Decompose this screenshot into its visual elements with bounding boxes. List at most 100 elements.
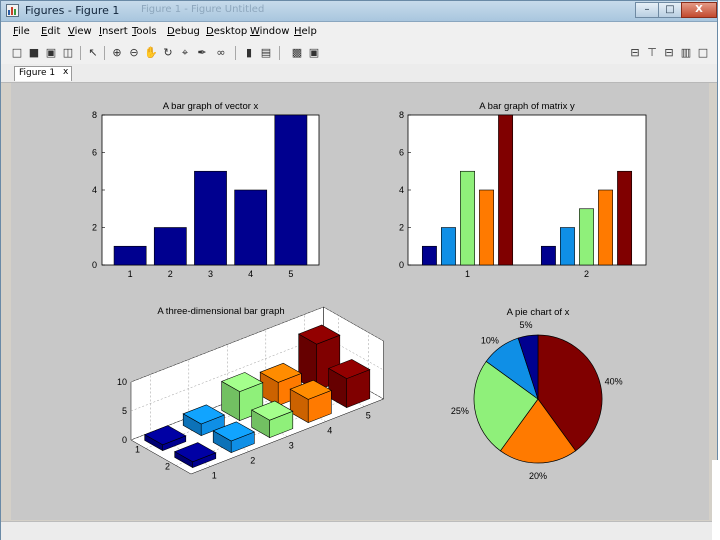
plot1-bar bbox=[113, 245, 147, 266]
link-icon[interactable]: ∞ bbox=[213, 45, 229, 61]
plot2-ytick-label: 6 bbox=[399, 148, 404, 158]
plot3-xtick-label: 5 bbox=[366, 411, 371, 421]
plot1-title: A bar graph of vector x bbox=[163, 101, 259, 112]
legend-icon[interactable]: ▤ bbox=[258, 45, 274, 61]
plot1-xtick-label: 5 bbox=[288, 269, 293, 279]
plot2-title: A bar graph of matrix y bbox=[479, 101, 575, 112]
plot2-ytick-label: 4 bbox=[399, 185, 404, 195]
plot1-xtick-label: 2 bbox=[168, 269, 173, 279]
plot3-title: A three-dimensional bar graph bbox=[157, 306, 284, 317]
menu-view[interactable]: View bbox=[68, 26, 92, 37]
plot2-bar bbox=[441, 227, 456, 266]
document-tab-strip: Figure 1 x bbox=[1, 64, 717, 83]
plot1-ytick-label: 2 bbox=[92, 223, 97, 233]
minimize-button[interactable]: – bbox=[635, 2, 659, 18]
menu-debug[interactable]: Debug bbox=[167, 26, 200, 37]
plot2-bar bbox=[617, 170, 633, 266]
plot4-title: A pie chart of x bbox=[507, 307, 570, 318]
plot4-slice-label: 20% bbox=[529, 471, 547, 481]
plot3-xtick-label: 1 bbox=[212, 471, 217, 481]
menu-window[interactable]: Window bbox=[250, 26, 289, 37]
menu-edit[interactable]: Edit bbox=[41, 26, 60, 37]
plot2-xtick-label: 2 bbox=[584, 269, 589, 279]
toolbar-separator bbox=[80, 46, 81, 60]
toolbar-separator bbox=[104, 46, 105, 60]
status-bar bbox=[1, 521, 717, 540]
tab-label: Figure 1 bbox=[19, 68, 56, 78]
print-icon[interactable]: ◫ bbox=[60, 45, 76, 61]
menu-file[interactable]: File bbox=[13, 26, 30, 37]
plot2-bar bbox=[560, 227, 575, 266]
figure-toolbar: □ ■ ▣ ◫ ↖ ⊕ ⊖ ✋ ↻ ⌖ ✒ ∞ ▮ ▤ ▩ ▣ ⊟ ⊤ ⊟ ▥ … bbox=[1, 42, 717, 65]
title-bar[interactable]: Figures - Figure 1 Figure 1 - Figure Unt… bbox=[1, 1, 717, 22]
plot3-xtick-label: 3 bbox=[289, 441, 294, 451]
show-plot-tools-icon[interactable]: ▣ bbox=[306, 45, 322, 61]
plot1-xtick-label: 3 bbox=[208, 269, 213, 279]
dock-icon[interactable]: ▥ bbox=[678, 45, 694, 61]
window-title: Figures - Figure 1 bbox=[25, 4, 120, 17]
figure-window: Figures - Figure 1 Figure 1 - Figure Unt… bbox=[0, 0, 718, 540]
figure-canvas[interactable]: 1 2 3 4 5 0 2 4 6 8 A bar graph of vector x 1 2 0 2 4 6 8… bbox=[11, 83, 709, 520]
plot2-ytick-label: 2 bbox=[399, 223, 404, 233]
split-icon[interactable]: ⊤ bbox=[644, 45, 660, 61]
plot3-ztick-label: 0 bbox=[122, 435, 127, 445]
float-icon[interactable]: ⊟ bbox=[661, 45, 677, 61]
zoom-in-icon[interactable]: ⊕ bbox=[109, 45, 125, 61]
plot1-bar bbox=[153, 227, 187, 266]
plot3-ztick-label: 10 bbox=[117, 377, 127, 387]
menu-insert[interactable]: Insert bbox=[99, 26, 128, 37]
open-folder-icon[interactable]: ■ bbox=[26, 45, 42, 61]
save-icon[interactable]: ▣ bbox=[43, 45, 59, 61]
menu-bar: File Edit View Insert Tools Debug Deskto… bbox=[1, 22, 717, 42]
rotate-icon[interactable]: ↻ bbox=[160, 45, 176, 61]
new-file-icon[interactable]: □ bbox=[9, 45, 25, 61]
zoom-out-icon[interactable]: ⊖ bbox=[126, 45, 142, 61]
close-button[interactable]: X bbox=[681, 2, 717, 18]
figure-svg: 1 2 3 4 5 0 2 4 6 8 A bar graph of vector x 1 2 0 2 4 6 8… bbox=[92, 101, 647, 481]
plot3-xtick-label: 4 bbox=[327, 426, 332, 436]
plot1-ytick-label: 0 bbox=[92, 260, 97, 270]
plot1-bar bbox=[274, 114, 308, 266]
plot2-bar bbox=[479, 189, 494, 266]
tab-figure-1[interactable]: Figure 1 x bbox=[14, 66, 72, 81]
plot3-ytick-label: 1 bbox=[135, 445, 140, 455]
colorbar-icon[interactable]: ▮ bbox=[241, 45, 257, 61]
menu-help[interactable]: Help bbox=[294, 26, 317, 37]
plot2-bar bbox=[579, 208, 594, 266]
toolbar-separator bbox=[235, 46, 236, 60]
plot2-bar bbox=[498, 114, 514, 266]
plot4-slice-label: 40% bbox=[605, 376, 623, 386]
plot2-ytick-label: 8 bbox=[399, 110, 404, 120]
plot1-bar bbox=[194, 170, 227, 266]
plot2-xtick-label: 1 bbox=[465, 269, 470, 279]
plot4-slice-label: 5% bbox=[520, 320, 533, 330]
plot1-bar bbox=[234, 189, 268, 266]
plot3-ytick-label: 2 bbox=[165, 462, 170, 472]
menu-desktop[interactable]: Desktop bbox=[206, 26, 247, 37]
plot1-ytick-label: 4 bbox=[92, 185, 97, 195]
desktop-edge bbox=[712, 460, 718, 540]
plot3-xtick-label: 2 bbox=[250, 456, 255, 466]
undock-icon[interactable]: □ bbox=[695, 45, 711, 61]
plot2-bar bbox=[540, 245, 556, 266]
plot4-slice-label: 25% bbox=[451, 406, 469, 416]
data-cursor-icon[interactable]: ⌖ bbox=[177, 45, 193, 61]
pointer-icon[interactable]: ↖ bbox=[85, 45, 101, 61]
plot2-bar bbox=[421, 245, 437, 266]
plot4-slice-label: 10% bbox=[481, 335, 499, 345]
plot1-xtick-label: 1 bbox=[128, 269, 133, 279]
plot2-ytick-label: 0 bbox=[399, 260, 404, 270]
plot1-xtick-label: 4 bbox=[248, 269, 253, 279]
brush-icon[interactable]: ✒ bbox=[194, 45, 210, 61]
maximize-button[interactable]: □ bbox=[658, 2, 682, 18]
plot1-ytick-label: 8 bbox=[92, 110, 97, 120]
plot2-bar bbox=[598, 189, 613, 266]
tile-icon[interactable]: ⊟ bbox=[627, 45, 643, 61]
plot1-ytick-label: 6 bbox=[92, 148, 97, 158]
matlab-app-icon bbox=[6, 4, 19, 17]
hide-plot-tools-icon[interactable]: ▩ bbox=[289, 45, 305, 61]
menu-tools[interactable]: Tools bbox=[132, 26, 157, 37]
plot3-ztick-label: 5 bbox=[122, 406, 127, 416]
pan-icon[interactable]: ✋ bbox=[143, 45, 159, 61]
tab-close-icon[interactable]: x bbox=[63, 67, 68, 77]
